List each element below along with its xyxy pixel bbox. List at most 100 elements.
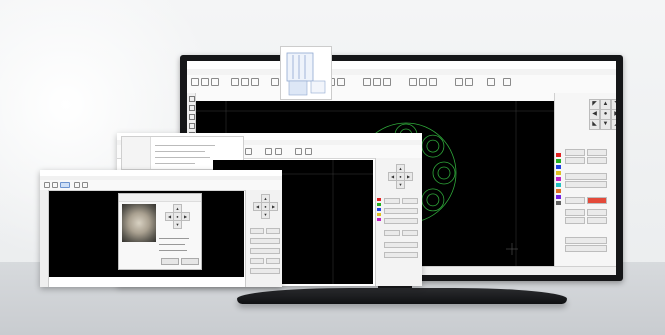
arrow-up-right-icon[interactable]: ◥ <box>611 99 616 110</box>
layer-color-magenta[interactable] <box>556 177 561 181</box>
jog-arrow-pad: ▲ ◀ ● ▶ ▼ <box>386 164 416 194</box>
panel-button[interactable] <box>384 198 400 204</box>
pan-tool-icon[interactable] <box>189 105 195 111</box>
panel-button[interactable] <box>402 198 418 204</box>
layer-color-orange[interactable] <box>556 189 561 193</box>
panel-button[interactable] <box>250 268 280 274</box>
left-toolbar <box>40 190 49 287</box>
panel-button[interactable] <box>384 208 418 214</box>
group-icon[interactable] <box>363 78 371 86</box>
vector-icon[interactable] <box>429 78 437 86</box>
settings-icon[interactable] <box>487 78 495 86</box>
arrow-down-right-icon[interactable]: ◢ <box>611 119 616 130</box>
panel-button[interactable] <box>565 237 607 244</box>
active-tab[interactable] <box>60 182 70 188</box>
rect-tool-icon[interactable] <box>271 78 279 86</box>
properties-panel: ▲ ◀ ● ▶ ▼ <box>375 158 422 286</box>
layer-color-cyan[interactable] <box>556 183 561 187</box>
dialog-title <box>119 194 201 202</box>
panel-button[interactable] <box>266 228 280 234</box>
arrow-right-icon[interactable]: ▶ <box>404 172 413 181</box>
toolbar-icon[interactable] <box>44 182 50 188</box>
toolbar-icon[interactable] <box>52 182 58 188</box>
arrow-down-icon[interactable]: ▼ <box>600 119 611 130</box>
ungroup-icon[interactable] <box>373 78 381 86</box>
layer-color-blue[interactable] <box>556 165 561 169</box>
array-circle <box>421 134 445 158</box>
array-inner-circle <box>426 193 440 207</box>
save-icon[interactable] <box>211 78 219 86</box>
new-file-icon[interactable] <box>191 78 199 86</box>
panel-button[interactable] <box>250 228 264 234</box>
panel-button[interactable] <box>565 245 607 252</box>
toolbar-icon[interactable] <box>275 148 282 155</box>
zoom-tool-icon[interactable] <box>189 114 195 120</box>
array-circle <box>421 188 445 212</box>
panel-button[interactable] <box>384 218 418 224</box>
start-button[interactable] <box>565 197 585 204</box>
toolbar-icon[interactable] <box>265 148 272 155</box>
toolbar-icon[interactable] <box>82 182 88 188</box>
array-icon[interactable] <box>337 78 345 86</box>
layer-color-yellow[interactable] <box>377 213 381 216</box>
panel-button[interactable] <box>384 230 400 236</box>
cancel-button[interactable] <box>181 258 199 265</box>
dialog-text-line <box>159 250 187 251</box>
stop-button[interactable] <box>587 197 607 204</box>
frame-icon[interactable] <box>465 78 473 86</box>
pen-tool-icon[interactable] <box>189 123 195 129</box>
layer-color-gray[interactable] <box>556 201 561 205</box>
layer-color-magenta[interactable] <box>377 218 381 221</box>
select-tool-icon[interactable] <box>231 78 239 86</box>
dialog-text-line <box>155 163 195 164</box>
layer-color-red[interactable] <box>377 198 381 201</box>
arrow-right-icon[interactable]: ▶ <box>269 202 278 211</box>
layer-color-green[interactable] <box>556 159 561 163</box>
layer-color-green[interactable] <box>377 203 381 206</box>
layer-color-blue[interactable] <box>377 208 381 211</box>
arrow-down-left-icon[interactable]: ◣ <box>589 119 600 130</box>
panel-button[interactable] <box>565 181 607 188</box>
properties-panel: ▲ ◀ ● ▶ ▼ <box>245 190 282 287</box>
panel-button[interactable] <box>565 217 585 224</box>
panel-button[interactable] <box>402 230 418 236</box>
node-edit-icon[interactable] <box>241 78 249 86</box>
panel-button[interactable] <box>565 149 585 156</box>
simulate-icon[interactable] <box>455 78 463 86</box>
toolbar-icon[interactable] <box>305 148 312 155</box>
layer-color-purple[interactable] <box>556 195 561 199</box>
panel-button[interactable] <box>250 258 264 264</box>
arrow-down-icon[interactable]: ▼ <box>396 180 405 189</box>
panel-button[interactable] <box>250 238 280 244</box>
panel-button[interactable] <box>384 252 418 258</box>
line-tool-icon[interactable] <box>251 78 259 86</box>
panel-button[interactable] <box>266 258 280 264</box>
toolbar-icon[interactable] <box>295 148 302 155</box>
arrow-down-icon[interactable]: ▼ <box>173 220 182 229</box>
toolbar-icon[interactable] <box>74 182 80 188</box>
pointer-tool-icon[interactable] <box>189 96 195 102</box>
panel-button[interactable] <box>384 242 418 248</box>
arrow-right-icon[interactable]: ▶ <box>181 212 190 221</box>
panel-button[interactable] <box>587 209 607 216</box>
help-icon[interactable] <box>503 78 511 86</box>
panel-button[interactable] <box>587 217 607 224</box>
open-file-icon[interactable] <box>201 78 209 86</box>
arrow-up-left-icon[interactable]: ◤ <box>589 99 600 110</box>
panel-button[interactable] <box>565 209 585 216</box>
arrow-down-icon[interactable]: ▼ <box>261 210 270 219</box>
panel-button[interactable] <box>565 173 607 180</box>
weld-icon[interactable] <box>383 78 391 86</box>
layer-color-yellow[interactable] <box>556 171 561 175</box>
bitmap-icon[interactable] <box>419 78 427 86</box>
panel-button[interactable] <box>587 149 607 156</box>
toolbar-icon[interactable] <box>245 148 252 155</box>
panel-button[interactable] <box>565 157 585 164</box>
layer-color-red[interactable] <box>556 153 561 157</box>
preview-graphics <box>286 52 326 96</box>
panel-button[interactable] <box>587 157 607 164</box>
panel-button[interactable] <box>250 248 280 254</box>
ok-button[interactable] <box>161 258 179 265</box>
offset-icon[interactable] <box>409 78 417 86</box>
properties-panel: ▲ ◀ ● ▶ ▼ ◤ ◥ ◣ ◢ <box>554 93 616 267</box>
